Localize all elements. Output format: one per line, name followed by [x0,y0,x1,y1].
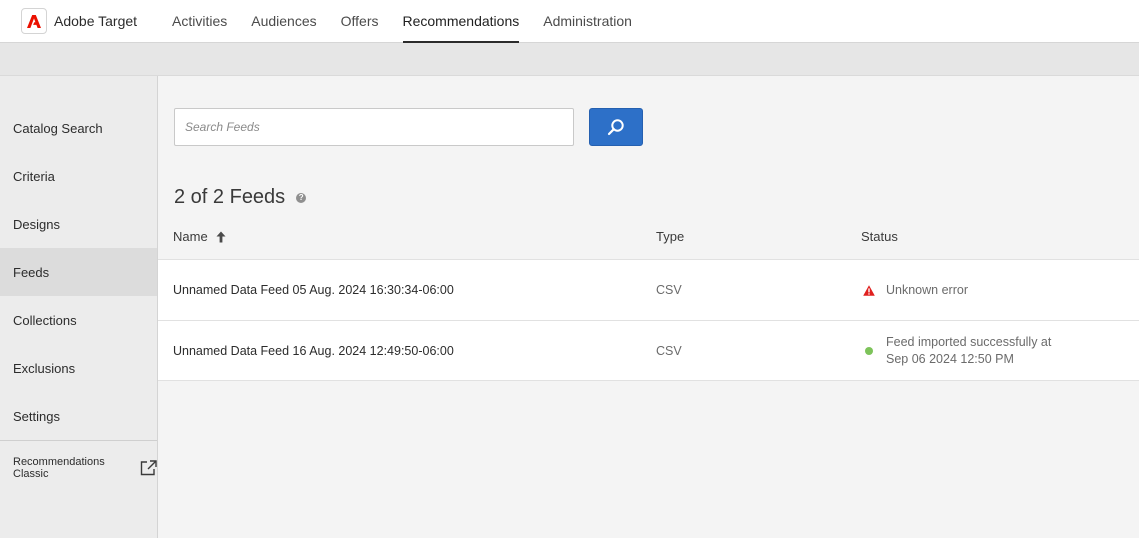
feed-type: CSV [656,283,682,297]
sidebar-item-criteria[interactable]: Criteria [0,152,157,200]
sidebar-item-feeds[interactable]: Feeds [0,248,157,296]
nav-audiences[interactable]: Audiences [239,0,328,42]
table-row[interactable]: Unnamed Data Feed 05 Aug. 2024 16:30:34-… [158,259,1139,320]
feeds-count-label: 2 of 2 Feeds [174,186,286,208]
sidebar-item-designs[interactable]: Designs [0,200,157,248]
warning-icon [860,284,878,296]
column-header-name[interactable]: Name [173,229,226,244]
brand[interactable]: Adobe Target [0,0,160,42]
recommendations-classic-link[interactable]: Recommendations Classic [13,456,157,480]
feed-status: Feed imported successfully at Sep 06 202… [860,321,1056,381]
help-icon[interactable]: ? [296,192,307,203]
sub-header-bar [0,43,1139,76]
feeds-table: Unnamed Data Feed 05 Aug. 2024 16:30:34-… [158,259,1139,381]
column-header-status[interactable]: Status [861,229,898,244]
column-header-type[interactable]: Type [656,229,684,244]
feed-status-text: Unknown error [886,282,968,297]
success-dot-icon [860,347,878,355]
column-header-type-label: Type [656,229,685,244]
sidebar-divider [0,440,157,441]
sidebar: Catalog Search Criteria Designs Feeds Co… [0,76,158,538]
sidebar-item-catalog-search[interactable]: Catalog Search [0,104,157,152]
adobe-logo-icon [21,8,47,34]
column-header-status-label: Status [861,229,898,244]
external-link-icon [140,460,157,476]
search-icon [607,118,625,136]
nav-offers[interactable]: Offers [329,0,391,42]
sidebar-item-exclusions[interactable]: Exclusions [0,344,157,392]
app-name: Adobe Target [54,13,138,29]
feed-name[interactable]: Unnamed Data Feed 05 Aug. 2024 16:30:34-… [173,260,454,320]
feed-status: Unknown error [860,260,968,320]
recommendations-classic-label: Recommendations Classic [13,456,105,480]
nav-activities[interactable]: Activities [160,0,239,42]
sidebar-item-settings[interactable]: Settings [0,392,157,440]
main-nav: Activities Audiences Offers Recommendati… [160,0,644,43]
feed-type: CSV [656,344,682,358]
nav-administration[interactable]: Administration [531,0,644,42]
sort-ascending-icon[interactable] [216,231,226,243]
sidebar-item-collections[interactable]: Collections [0,296,157,344]
nav-recommendations[interactable]: Recommendations [391,0,532,43]
search-button[interactable] [589,108,643,146]
feed-name[interactable]: Unnamed Data Feed 16 Aug. 2024 12:49:50-… [173,321,454,381]
top-nav-bar: Adobe Target Activities Audiences Offers… [0,0,1139,43]
feeds-count-heading: 2 of 2 Feeds ? [174,186,307,209]
column-header-name-label: Name [173,229,208,244]
feed-status-text: Feed imported successfully at Sep 06 202… [886,335,1052,366]
search-feeds-input[interactable] [174,108,574,146]
table-row[interactable]: Unnamed Data Feed 16 Aug. 2024 12:49:50-… [158,320,1139,381]
